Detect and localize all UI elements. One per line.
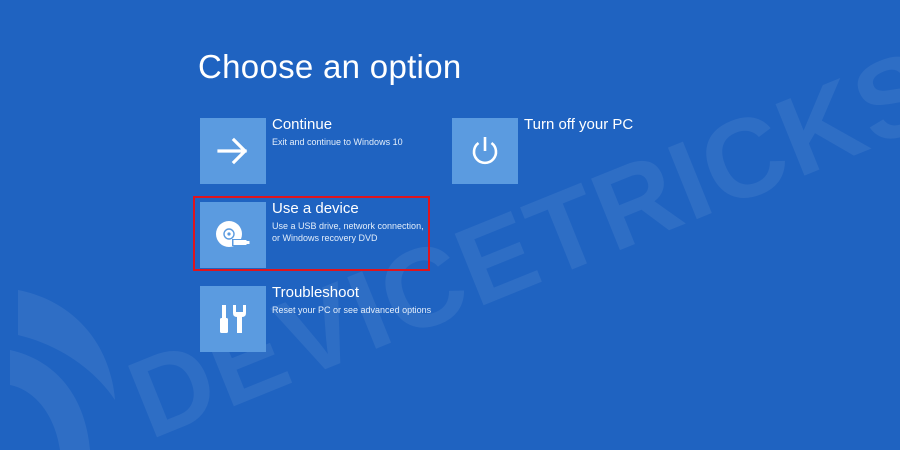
use-device-description: Use a USB drive, network connection, or … (272, 220, 482, 244)
use-device-description-line1: Use a USB drive, network connection, (272, 221, 424, 231)
arrow-right-icon (217, 137, 248, 165)
power-icon (472, 137, 498, 165)
disc-usb-icon (216, 221, 250, 247)
continue-description: Exit and continue to Windows 10 (272, 137, 403, 147)
tools-icon (220, 305, 246, 333)
turn-off-tile[interactable] (452, 118, 518, 184)
troubleshoot-description: Reset your PC or see advanced options (272, 305, 432, 315)
turn-off-label[interactable]: Turn off your PC (524, 115, 734, 134)
continue-label[interactable]: Continue (272, 115, 482, 134)
page-title: Choose an option (198, 48, 462, 85)
troubleshoot-label[interactable]: Troubleshoot (272, 283, 482, 302)
use-device-label[interactable]: Use a device (272, 199, 482, 218)
continue-tile[interactable] (200, 118, 266, 184)
use-device-description-line2: or Windows recovery DVD (272, 233, 378, 243)
use-device-tile[interactable] (200, 202, 266, 268)
troubleshoot-tile[interactable] (200, 286, 266, 352)
